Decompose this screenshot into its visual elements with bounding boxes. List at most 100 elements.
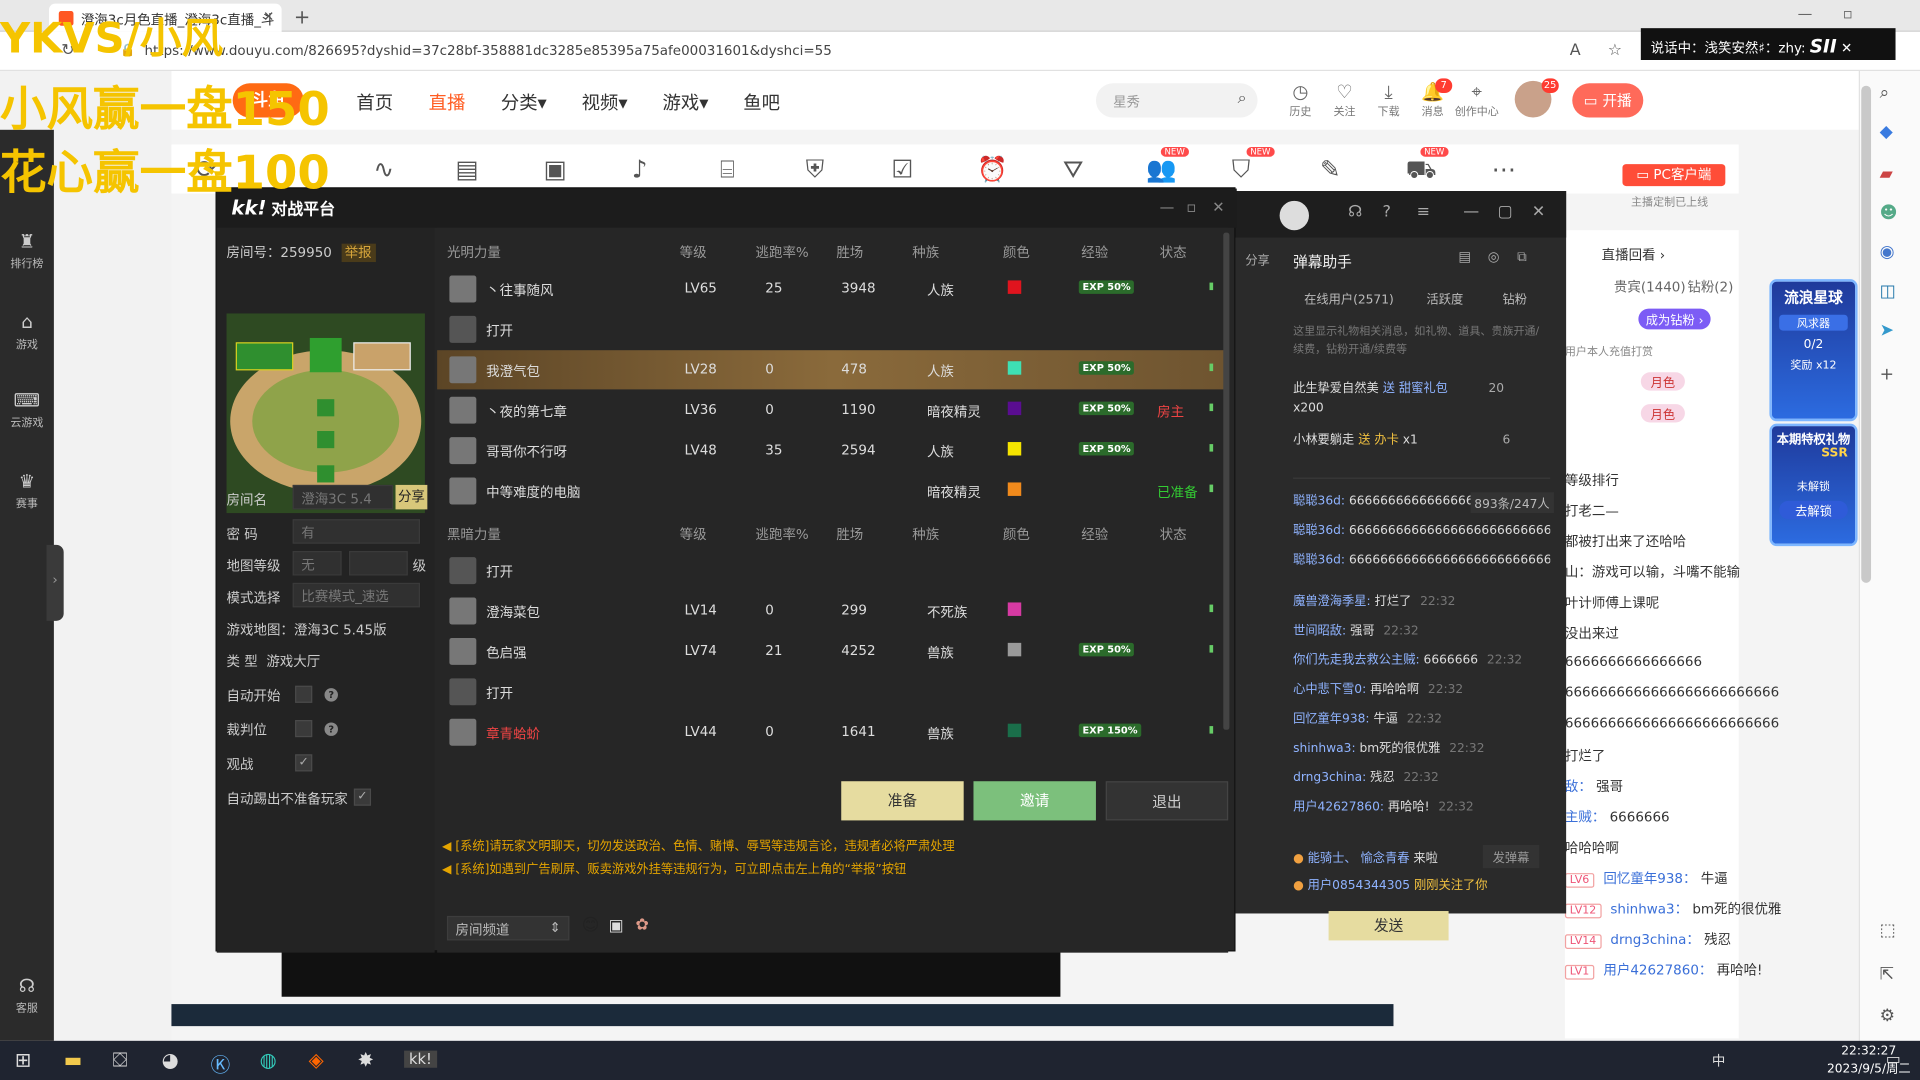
sidebar-item-cloud-game[interactable]: ⌨ 云游戏	[0, 389, 54, 429]
headset-icon[interactable]: ☊	[1348, 203, 1362, 221]
close-tab-icon[interactable]: ✕	[263, 9, 274, 25]
send-danmu-button[interactable]: 发弹幕	[1482, 844, 1540, 869]
player-color-swatch[interactable]	[1007, 602, 1022, 616]
promo-wandering-planet[interactable]: 流浪星球 风求器 0/2 奖励 x12	[1769, 279, 1858, 422]
tiktok-icon[interactable]: ♪	[632, 154, 648, 183]
external-icon[interactable]: ⇱	[1880, 965, 1894, 985]
split-screen-icon[interactable]: ⬚	[1880, 921, 1896, 941]
sidebar-item-support[interactable]: ☊ 客服	[0, 975, 54, 1015]
warcraft-icon[interactable]: ✸	[358, 1048, 374, 1071]
player-slot[interactable]: 色启强 LV74 21 4252 兽族 EXP 50% ▮	[437, 632, 1228, 671]
search-sidebar-icon[interactable]: ⌕	[1880, 83, 1890, 103]
auto-start-checkbox[interactable]	[295, 685, 313, 703]
store-icon[interactable]: ⛋	[113, 1048, 128, 1072]
file-explorer-icon[interactable]: ▬	[64, 1048, 83, 1071]
people-icon[interactable]: ☻	[1880, 203, 1898, 223]
danmu-icon[interactable]: ▤	[456, 154, 479, 183]
edit-icon[interactable]: ✎	[1320, 154, 1341, 183]
promo-privilege-gift[interactable]: 本期特权礼物 SSR 未解锁 去解锁	[1769, 423, 1858, 547]
player-color-swatch[interactable]	[1007, 723, 1022, 738]
edge-icon[interactable]: ◍	[260, 1048, 277, 1071]
player-color-swatch[interactable]	[1007, 482, 1022, 496]
download-button[interactable]: ⤓ 下载	[1367, 81, 1411, 119]
history-button[interactable]: ◷ 历史	[1278, 81, 1322, 119]
player-slot[interactable]: 中等难度的电脑 暗夜精灵 已准备 ▮	[437, 471, 1228, 510]
nav-game[interactable]: 游戏▾	[662, 89, 708, 115]
close-icon[interactable]: ✕	[1532, 203, 1545, 221]
map-level-select[interactable]: 无	[292, 551, 342, 576]
player-slot[interactable]: 澄海菜包 LV14 0 299 不死族 ▮	[437, 591, 1228, 630]
player-slot[interactable]: 打开	[437, 672, 1228, 711]
emoji-icon[interactable]: 😊	[582, 916, 600, 936]
player-slot[interactable]: 打开	[437, 310, 1228, 349]
app-icon[interactable]: ◕	[162, 1048, 179, 1071]
creator-button[interactable]: ⌖ 创作中心	[1455, 81, 1499, 119]
referee-checkbox[interactable]	[295, 720, 313, 738]
sidebar-item-game[interactable]: ⌂ 游戏	[0, 311, 54, 351]
player-color-swatch[interactable]	[1007, 280, 1022, 294]
player-color-swatch[interactable]	[1007, 401, 1022, 416]
player-color-swatch[interactable]	[1007, 361, 1022, 375]
nav-home[interactable]: 首页	[356, 89, 393, 115]
share-button[interactable]: 分享	[395, 484, 428, 510]
tag-icon[interactable]: ◆	[1880, 122, 1893, 142]
player-color-swatch[interactable]	[1007, 642, 1022, 657]
auto-kick-checkbox[interactable]: ✓	[353, 788, 372, 806]
read-aloud-icon[interactable]: A	[1570, 42, 1581, 60]
alarm-icon[interactable]: ⏰	[977, 154, 1007, 183]
search-icon[interactable]: ⌕	[1238, 89, 1247, 107]
task-icon[interactable]: ☑	[891, 154, 913, 183]
tab-diamond-fans[interactable]: 钻粉(2)	[1687, 277, 1733, 297]
become-fan-button[interactable]: 成为钻粉 ›	[1638, 308, 1711, 330]
message-button[interactable]: 🔔 7 消息	[1411, 78, 1455, 119]
users-icon[interactable]: 👥 NEW	[1146, 146, 1189, 184]
player-slot[interactable]: 章青蛤蚧 LV44 0 1641 兽族 EXP 150% ▮	[437, 713, 1228, 752]
player-color-swatch[interactable]	[1007, 442, 1022, 456]
page-scrollbar[interactable]	[1861, 85, 1872, 583]
player-slot[interactable]: 哥哥你不行呀 LV48 35 2594 人族 EXP 50% ▮	[437, 431, 1228, 470]
lottery-icon[interactable]: ⛛	[1063, 154, 1084, 183]
nav-category[interactable]: 分类▾	[501, 89, 547, 115]
maximize-icon[interactable]: ▫	[1843, 5, 1853, 22]
follow-button[interactable]: ♡ 关注	[1322, 81, 1366, 119]
shop-icon[interactable]: ⛉ NEW	[1232, 146, 1275, 184]
map-level-input[interactable]	[348, 551, 408, 576]
kk-platform-icon[interactable]: kk!	[404, 1050, 437, 1068]
image-icon[interactable]: ▣	[609, 917, 624, 935]
audio-wave-icon[interactable]: ∿	[373, 154, 394, 183]
password-field[interactable]: 有	[292, 519, 421, 544]
player-slot[interactable]: 丶往事随风 LV65 25 3948 人族 EXP 50% ▮	[437, 269, 1228, 308]
maximize-icon[interactable]: ▢	[1498, 203, 1513, 221]
kk-minimize-icon[interactable]: —	[1160, 198, 1175, 215]
tab-activity[interactable]: 活跃度	[1427, 289, 1464, 307]
windows-start-icon[interactable]: ⊞	[15, 1048, 31, 1071]
nav-live[interactable]: 直播	[429, 89, 466, 115]
room-name-field[interactable]: 澄海3C 5.4	[292, 484, 394, 510]
ready-button[interactable]: 准备	[841, 781, 964, 821]
help-icon[interactable]: ?	[324, 688, 338, 702]
kk-close-icon[interactable]: ✕	[1212, 198, 1224, 215]
send-button[interactable]: 发送	[1328, 911, 1449, 941]
settings-icon[interactable]: ◎	[1488, 249, 1500, 265]
tab-vip[interactable]: 贵宾(1440)	[1614, 277, 1686, 297]
channel-select[interactable]: 房间频道 ⇕	[446, 915, 570, 941]
observe-checkbox[interactable]: ✓	[295, 754, 313, 772]
help-icon[interactable]: ?	[324, 722, 338, 736]
search-input[interactable]: 星秀 ⌕	[1095, 83, 1258, 118]
pk-icon[interactable]: ⛨	[806, 154, 824, 183]
share-link[interactable]: 分享	[1245, 250, 1269, 268]
gift-icon[interactable]: ✿	[636, 916, 649, 934]
tab-diamond[interactable]: 钻粉	[1502, 289, 1526, 307]
user-avatar[interactable]: 25	[1514, 78, 1559, 118]
sidebar-expand-handle[interactable]: ›	[46, 544, 64, 621]
list-icon[interactable]: ▤	[1458, 249, 1471, 265]
nav-yuba[interactable]: 鱼吧	[743, 89, 780, 115]
more-icon[interactable]: ⋯	[1491, 154, 1515, 183]
tab-online-users[interactable]: 在线用户(2571)	[1304, 289, 1394, 307]
sidebar-item-events[interactable]: ♛ 赛事	[0, 470, 54, 510]
outlook-icon[interactable]: ◫	[1880, 282, 1896, 302]
replay-link[interactable]: 直播回看 ›	[1602, 245, 1666, 265]
player-slot[interactable]: 丶夜的第七章 LV36 0 1190 暗夜精灵 EXP 50% 房主 ▮	[437, 391, 1228, 430]
minimize-icon[interactable]: —	[1463, 203, 1479, 221]
bag-icon[interactable]: ⛟ NEW	[1406, 146, 1449, 187]
